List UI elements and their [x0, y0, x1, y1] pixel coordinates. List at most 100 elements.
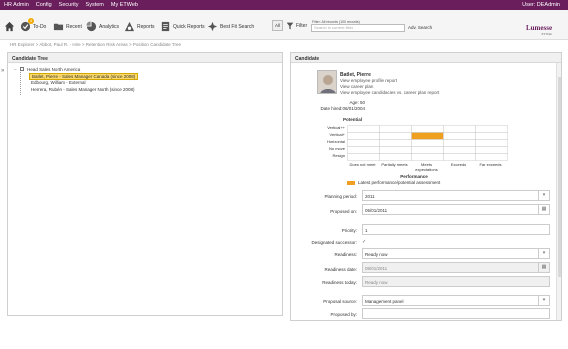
candidate-title: Candidate	[291, 53, 561, 63]
tree-connector	[20, 70, 21, 95]
filter-label: Filter	[296, 23, 308, 29]
legend-swatch	[347, 181, 355, 185]
grid-cell	[411, 139, 444, 147]
grid-cell	[347, 125, 380, 133]
planning-period-label: Planning period:	[324, 194, 357, 199]
todo-label: To-Do	[33, 23, 47, 30]
checkbox-icon[interactable]	[19, 67, 24, 71]
home-icon	[4, 21, 15, 32]
proposal-source-value: Management panel	[365, 299, 404, 304]
y-tick-label: Vertical++	[327, 125, 345, 130]
grid-cell	[443, 139, 476, 147]
tree-toggle-icon[interactable]: −	[14, 67, 17, 72]
grid-cell	[347, 146, 380, 154]
legend-label: Latest performance/potential assessment	[358, 180, 441, 185]
analytics-button[interactable]: Analytics	[86, 21, 119, 32]
folder-icon	[53, 23, 64, 31]
readiness-today-value: Ready now	[365, 280, 388, 285]
scrollbar-thumb[interactable]	[558, 77, 561, 277]
x-tick-label: Does not meet	[349, 162, 376, 167]
document-icon	[161, 21, 170, 32]
recent-button[interactable]: Recent	[53, 21, 82, 32]
priority-input[interactable]: 1	[362, 224, 550, 235]
age-row: Age: 50	[307, 100, 365, 105]
age-value: 50	[359, 100, 365, 105]
grid-cell	[379, 146, 412, 154]
x-tick-label: Partially meets	[381, 162, 408, 167]
proposed-by-input[interactable]	[362, 308, 550, 319]
potential-performance-grid	[347, 125, 508, 161]
user-label[interactable]: User: DEAdmin	[522, 2, 560, 8]
grid-cell	[475, 132, 508, 140]
priority-value: 1	[365, 228, 368, 233]
todo-button[interactable]: 4 To-Do	[20, 18, 47, 32]
grid-cell	[379, 125, 412, 133]
y-tick-label: Resign	[332, 153, 345, 158]
grid-cell	[443, 146, 476, 154]
filter-button[interactable]: Filter	[286, 21, 307, 31]
menu-my-etweb[interactable]: My ETWeb	[111, 2, 138, 8]
dropdown-arrow-icon[interactable]: ▾	[538, 190, 549, 201]
grid-cell	[475, 139, 508, 147]
tree-item-selected[interactable]: Batlet, Pierre - Sales Manager Canada (s…	[29, 73, 139, 80]
lumesse-logo: Lumesse ETWeb	[526, 24, 552, 36]
link-career-plan[interactable]: View career plan	[340, 84, 373, 89]
grid-cell	[411, 153, 444, 161]
tree-item[interactable]: Herrera, Rubén - Sales Manager North (si…	[31, 87, 135, 92]
search-input[interactable]: Search in current filter	[311, 24, 405, 32]
home-button[interactable]	[4, 21, 15, 32]
tree-root-label: Head Sales North America	[27, 67, 81, 72]
proposed-on-value: 05/01/2011	[365, 208, 388, 213]
proposed-on-label: Proposed on:	[330, 209, 357, 214]
link-profile-report[interactable]: View employee profile report	[340, 78, 397, 83]
grid-cell	[443, 125, 476, 133]
grid-cell	[379, 153, 412, 161]
dropdown-arrow-icon[interactable]: ▾	[538, 295, 549, 306]
readiness-select[interactable]: Ready now ▾	[362, 248, 550, 259]
designated-successor-checkbox[interactable]: ✓	[362, 239, 366, 245]
grid-cell	[411, 146, 444, 154]
employee-photo	[317, 70, 337, 94]
calendar-icon[interactable]: ▦	[538, 204, 549, 215]
date-hired-value: 06/01/2004	[342, 106, 365, 111]
grid-cell	[411, 125, 444, 133]
priority-label: Priority:	[341, 228, 357, 233]
menu-config[interactable]: Config	[36, 2, 52, 8]
menu-hr-admin[interactable]: HR Admin	[4, 2, 29, 8]
readiness-date-value: 05/01/2011	[365, 266, 388, 271]
menu-system[interactable]: System	[86, 2, 104, 8]
grid-cell	[347, 132, 380, 140]
calendar-icon: ▦	[538, 262, 549, 273]
readiness-label: Readiness:	[334, 252, 357, 257]
logo-sub: ETWeb	[541, 32, 553, 36]
highlighted-cell	[411, 132, 444, 140]
link-candidacies-report[interactable]: View employee candidacies vs. career pla…	[340, 90, 439, 95]
reports-button[interactable]: Reports	[124, 21, 155, 32]
proposed-on-field[interactable]: 05/01/2011 ▦	[362, 204, 550, 215]
all-button[interactable]: All	[272, 20, 283, 31]
chart-title: Potential	[343, 117, 363, 122]
breadcrumb[interactable]: HR Explorer > Abbot, Paul R. - Hire > Re…	[10, 42, 181, 47]
collapse-handle-icon[interactable]: »	[1, 68, 4, 74]
proposed-by-label: Proposed by:	[330, 312, 357, 317]
tree-item[interactable]: Edbourg, William - External	[31, 80, 86, 85]
menu-security[interactable]: Security	[59, 2, 79, 8]
quick-reports-button[interactable]: Quick Reports	[160, 21, 205, 32]
grid-cell	[379, 139, 412, 147]
best-fit-search-button[interactable]: Best Fit Search	[207, 21, 254, 32]
quick-reports-label: Quick Reports	[173, 23, 205, 30]
recent-label: Recent	[66, 23, 82, 30]
proposal-source-select[interactable]: Management panel ▾	[362, 295, 550, 306]
scrollbar[interactable]	[556, 63, 561, 320]
proposal-source-label: Proposal source:	[323, 299, 357, 304]
designated-successor-label: Designated successor:	[311, 240, 357, 245]
dropdown-arrow-icon[interactable]: ▾	[538, 248, 549, 259]
readiness-date-label: Readiness date:	[324, 267, 357, 272]
adv-search-link[interactable]: Adv. Search	[408, 25, 432, 30]
grid-cell	[379, 132, 412, 140]
best-fit-label: Best Fit Search	[220, 23, 255, 30]
toolbar: 4 To-Do Recent Analytics Reports Quick R…	[0, 10, 568, 40]
grid-cell	[475, 153, 508, 161]
tree-root[interactable]: − Head Sales North America	[14, 67, 80, 72]
planning-period-select[interactable]: 2011 ▾	[362, 190, 550, 201]
